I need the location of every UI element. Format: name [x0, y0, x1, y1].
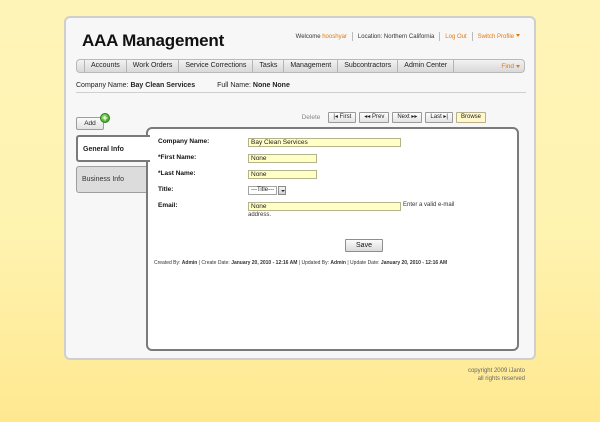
email-label: Email: — [158, 202, 178, 209]
copyright: copyright 2009 iJanto all rights reserve… — [467, 368, 525, 382]
nav-tasks[interactable]: Tasks — [253, 60, 285, 72]
first-name-label: *First Name: — [158, 154, 197, 161]
find-menu[interactable]: Find — [501, 61, 520, 72]
company-name-field[interactable]: Bay Clean Services — [248, 138, 401, 147]
first-button[interactable]: |◂ First — [328, 112, 357, 123]
divider — [76, 92, 526, 93]
chevron-down-icon — [278, 186, 287, 195]
tab-general-info[interactable]: General Info — [76, 135, 150, 162]
company-summary: Company Name: Bay Clean Services Full Na… — [76, 82, 290, 89]
nav-service-corrections[interactable]: Service Corrections — [179, 60, 254, 72]
chevron-down-icon — [516, 34, 520, 38]
title-row: Title: ---Title--- — [158, 186, 287, 195]
username-link[interactable]: hooshyar — [322, 34, 347, 40]
switch-profile-link[interactable]: Switch Profile — [478, 34, 520, 40]
next-button[interactable]: Next ▸▸ — [392, 112, 423, 123]
email-hint-continued: address. — [248, 212, 272, 218]
last-name-field[interactable]: None — [248, 170, 317, 179]
email-hint: Enter a valid e-mail — [403, 202, 455, 208]
divider — [351, 32, 353, 41]
nav-admin-center[interactable]: Admin Center — [398, 60, 455, 72]
prev-button[interactable]: ◂◂ Prev — [359, 112, 390, 123]
plus-icon[interactable]: + — [100, 113, 110, 123]
title-select-value: ---Title--- — [248, 186, 278, 195]
company-name-row: Company Name: Bay Clean Services — [158, 138, 401, 147]
last-name-label: *Last Name: — [158, 170, 196, 177]
nav-work-orders[interactable]: Work Orders — [127, 60, 180, 72]
title-label: Title: — [158, 186, 174, 193]
record-pager: Delete |◂ First ◂◂ Prev Next ▸▸ Last ▸| … — [302, 112, 486, 123]
delete-link[interactable]: Delete — [302, 114, 321, 121]
audit-info: Created By: Admin | Create Date: January… — [154, 260, 448, 266]
nav-subcontractors[interactable]: Subcontractors — [338, 60, 399, 72]
welcome-text: Welcome hooshyar — [295, 33, 347, 40]
divider — [471, 32, 473, 41]
chevron-down-icon — [516, 64, 520, 68]
email-field[interactable]: None — [248, 202, 401, 211]
company-name-label: Company Name: — [158, 138, 210, 145]
browse-button[interactable]: Browse — [455, 112, 486, 123]
email-row: Email: None Enter a valid e-mail — [158, 202, 454, 211]
company-summary-item: Company Name: Bay Clean Services — [76, 82, 196, 89]
full-name-summary-item: Full Name: None None — [217, 82, 290, 89]
tab-business-info[interactable]: Business Info — [76, 166, 148, 193]
general-info-panel: Company Name: Bay Clean Services *First … — [146, 127, 519, 351]
title-select[interactable]: ---Title--- — [248, 186, 287, 195]
divider — [439, 32, 441, 41]
nav-accounts[interactable]: Accounts — [84, 60, 127, 72]
first-name-row: *First Name: None — [158, 154, 317, 163]
app-title: AAA Management — [82, 31, 225, 50]
side-tabs: General Info Business Info — [76, 135, 150, 197]
location-text: Location: Northern California — [357, 33, 435, 40]
user-bar: Welcome hooshyar Location: Northern Cali… — [296, 32, 520, 41]
last-button[interactable]: Last ▸| — [425, 112, 453, 123]
nav-management[interactable]: Management — [284, 60, 339, 72]
save-button[interactable]: Save — [345, 239, 383, 252]
logout-link[interactable]: Log Out — [445, 34, 466, 40]
last-name-row: *Last Name: None — [158, 170, 317, 179]
first-name-field[interactable]: None — [248, 154, 317, 163]
app-frame: AAA Management Welcome hooshyar Location… — [64, 16, 536, 360]
main-nav: Accounts Work Orders Service Corrections… — [76, 59, 525, 73]
